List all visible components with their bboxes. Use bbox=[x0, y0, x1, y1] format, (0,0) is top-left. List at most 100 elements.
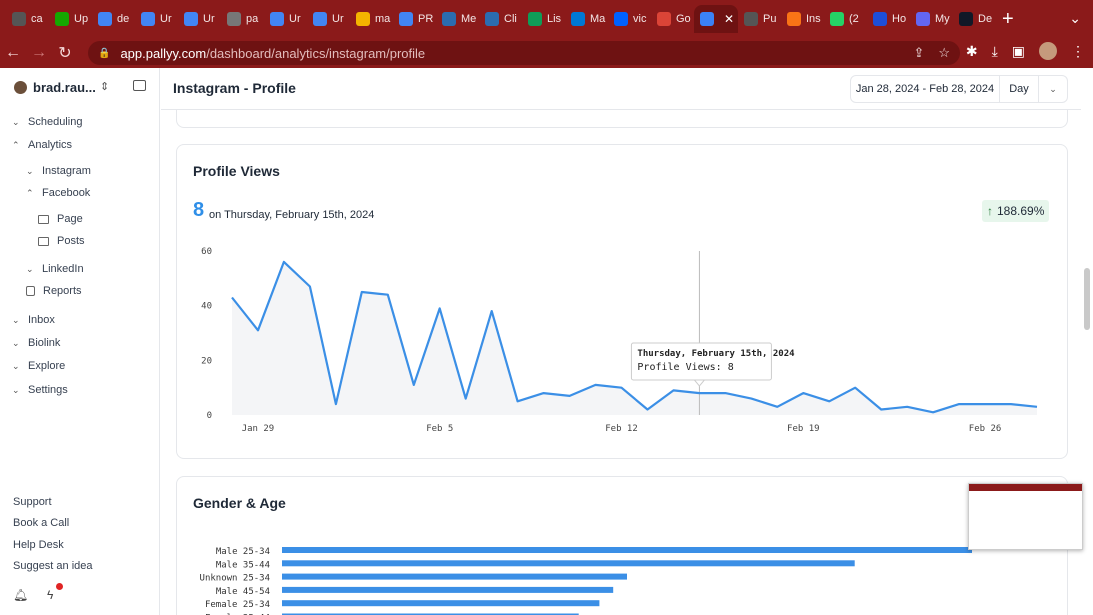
sidebar-item-instagram[interactable]: ⌄ Instagram bbox=[26, 165, 91, 177]
new-tab-icon[interactable]: + bbox=[1002, 8, 1014, 31]
sidebar-item-settings[interactable]: ⌄ Settings bbox=[12, 384, 68, 396]
tab-label: Ur bbox=[332, 13, 344, 25]
sidebar-item-explore[interactable]: ⌄ Explore bbox=[12, 360, 65, 372]
tab-label: Ma bbox=[590, 13, 606, 25]
browser-tab[interactable]: Ur bbox=[135, 5, 178, 33]
y-tick-label: 40 bbox=[201, 302, 212, 312]
browser-tab[interactable]: Cli bbox=[479, 5, 522, 33]
tab-search-icon[interactable]: ⌄ bbox=[1069, 10, 1081, 27]
tab-favicon-icon bbox=[313, 12, 327, 26]
share-icon[interactable]: ⇪ bbox=[913, 45, 924, 61]
browser-tab[interactable]: Me bbox=[436, 5, 479, 33]
highlight-date: on Thursday, February 15th, 2024 bbox=[209, 209, 375, 221]
chevron-updown-icon[interactable]: ⇕ bbox=[100, 80, 109, 93]
browser-tab[interactable]: Ma bbox=[565, 5, 608, 33]
back-icon[interactable]: ← bbox=[0, 44, 26, 62]
date-range-picker[interactable]: Jan 28, 2024 - Feb 28, 2024 bbox=[850, 75, 1000, 103]
bar bbox=[282, 547, 972, 553]
browser-tab[interactable]: My bbox=[910, 5, 953, 33]
sidebar-item-label: Settings bbox=[28, 384, 68, 396]
browser-tab[interactable]: Up bbox=[49, 5, 92, 33]
bell-icon[interactable]: 🔔︎ bbox=[13, 588, 28, 602]
image-icon bbox=[38, 236, 49, 246]
change-value: 188.69% bbox=[997, 204, 1045, 218]
support-label: Support bbox=[13, 496, 52, 508]
suggest-idea-link[interactable]: Suggest an idea bbox=[13, 560, 93, 572]
support-link[interactable]: Support bbox=[13, 496, 52, 508]
sidebar-item-posts[interactable]: Posts bbox=[38, 235, 85, 247]
browser-tab[interactable]: vic bbox=[608, 5, 651, 33]
card-title: Profile Views bbox=[193, 163, 280, 179]
sidebar-item-inbox[interactable]: ⌄ Inbox bbox=[12, 314, 55, 326]
workspace-switcher[interactable]: brad.rau... bbox=[14, 80, 96, 95]
browser-tab[interactable]: Ur bbox=[307, 5, 350, 33]
chevron-down-icon[interactable]: ⌄ bbox=[1038, 75, 1068, 103]
browser-tab[interactable]: ✕ bbox=[694, 5, 738, 33]
sidebar-item-page[interactable]: Page bbox=[38, 213, 83, 225]
scrollbar[interactable] bbox=[1084, 268, 1090, 330]
tab-label: Go bbox=[676, 13, 691, 25]
browser-tab[interactable]: De bbox=[953, 5, 996, 33]
sidebar-item-reports[interactable]: Reports bbox=[26, 285, 82, 297]
browser-tab[interactable]: Ur bbox=[178, 5, 221, 33]
sidebar-item-linkedin[interactable]: ⌄ LinkedIn bbox=[26, 263, 84, 275]
sidepanel-icon[interactable]: ▣ bbox=[1012, 43, 1025, 60]
tab-label: vic bbox=[633, 13, 647, 25]
menu-dots-icon[interactable]: ⋮ bbox=[1071, 43, 1085, 60]
sidebar-item-biolink[interactable]: ⌄ Biolink bbox=[12, 337, 60, 349]
browser-tab[interactable]: PR bbox=[393, 5, 436, 33]
series-area bbox=[232, 261, 1037, 415]
main-content: Instagram - Profile Jan 28, 2024 - Feb 2… bbox=[161, 68, 1081, 615]
granularity-select[interactable]: Day bbox=[999, 75, 1039, 103]
sidebar-item-label: Instagram bbox=[42, 165, 91, 177]
bar bbox=[282, 600, 600, 607]
browser-tab[interactable]: Ins bbox=[781, 5, 824, 33]
tab-favicon-icon bbox=[657, 12, 671, 26]
browser-tab[interactable]: Go bbox=[651, 5, 694, 33]
pip-header bbox=[969, 484, 1082, 491]
sidebar-item-scheduling[interactable]: ⌄ Scheduling bbox=[12, 116, 82, 128]
browser-tab[interactable]: Lis bbox=[522, 5, 565, 33]
download-icon[interactable]: ⤓ bbox=[992, 43, 998, 60]
browser-tab[interactable]: ma bbox=[350, 5, 393, 33]
browser-tab[interactable]: (2 bbox=[824, 5, 867, 33]
profile-views-chart[interactable]: 0 20 40 60 Jan 29 Feb 5 Feb 12 Feb 19 Feb 26 Thur… bbox=[177, 241, 1067, 461]
chevron-up-icon: ⌃ bbox=[12, 139, 20, 150]
x-tick-label: Feb 5 bbox=[426, 424, 453, 434]
tab-label: Lis bbox=[547, 13, 562, 25]
sidebar-item-analytics[interactable]: ⌃ Analytics bbox=[12, 139, 72, 151]
bookmark-star-icon[interactable]: ☆ bbox=[938, 45, 950, 61]
book-call-link[interactable]: Book a Call bbox=[13, 517, 69, 529]
extensions-icon[interactable]: ✱ bbox=[966, 43, 978, 60]
browser-tab[interactable]: Pu bbox=[738, 5, 781, 33]
browser-tab[interactable]: Ho bbox=[867, 5, 910, 33]
tab-label: ca bbox=[31, 13, 43, 25]
sidebar-item-facebook[interactable]: ⌃ Facebook bbox=[26, 187, 90, 199]
reload-icon[interactable]: ↻ bbox=[52, 43, 78, 63]
bolt-icon[interactable]: ϟ bbox=[47, 588, 53, 602]
browser-tab[interactable]: de bbox=[92, 5, 135, 33]
forward-icon[interactable]: → bbox=[26, 44, 52, 62]
url-host: app.pallyy.com bbox=[120, 45, 207, 61]
profile-avatar[interactable] bbox=[1039, 42, 1057, 60]
browser-tab[interactable]: Ur bbox=[264, 5, 307, 33]
lock-icon: 🔒 bbox=[98, 47, 111, 59]
browser-toolbar: ← → ↻ 🔒 app.pallyy.com/dashboard/analyti… bbox=[0, 38, 1093, 68]
page-title: Instagram - Profile bbox=[173, 80, 296, 96]
tab-label: de bbox=[117, 13, 130, 25]
tab-label: PR bbox=[418, 13, 434, 25]
address-bar[interactable]: 🔒 app.pallyy.com/dashboard/analytics/ins… bbox=[88, 41, 960, 65]
picture-in-picture-preview[interactable] bbox=[968, 483, 1083, 550]
close-tab-icon[interactable]: ✕ bbox=[724, 12, 734, 26]
card-title: Gender & Age bbox=[193, 495, 286, 511]
collapse-sidebar-icon[interactable] bbox=[133, 80, 146, 91]
tab-label: (2 bbox=[849, 13, 859, 25]
browser-tab[interactable]: ca bbox=[6, 5, 49, 33]
sidebar-item-label: Posts bbox=[57, 235, 85, 247]
browser-tab[interactable]: pa bbox=[221, 5, 264, 33]
tooltip-pointer bbox=[693, 379, 706, 387]
bar bbox=[282, 573, 627, 580]
help-desk-link[interactable]: Help Desk bbox=[13, 539, 64, 551]
tab-favicon-icon bbox=[959, 12, 973, 26]
sidebar: brad.rau... ⇕ ⌄ Scheduling ⌃ Analytics ⌄… bbox=[0, 68, 160, 615]
